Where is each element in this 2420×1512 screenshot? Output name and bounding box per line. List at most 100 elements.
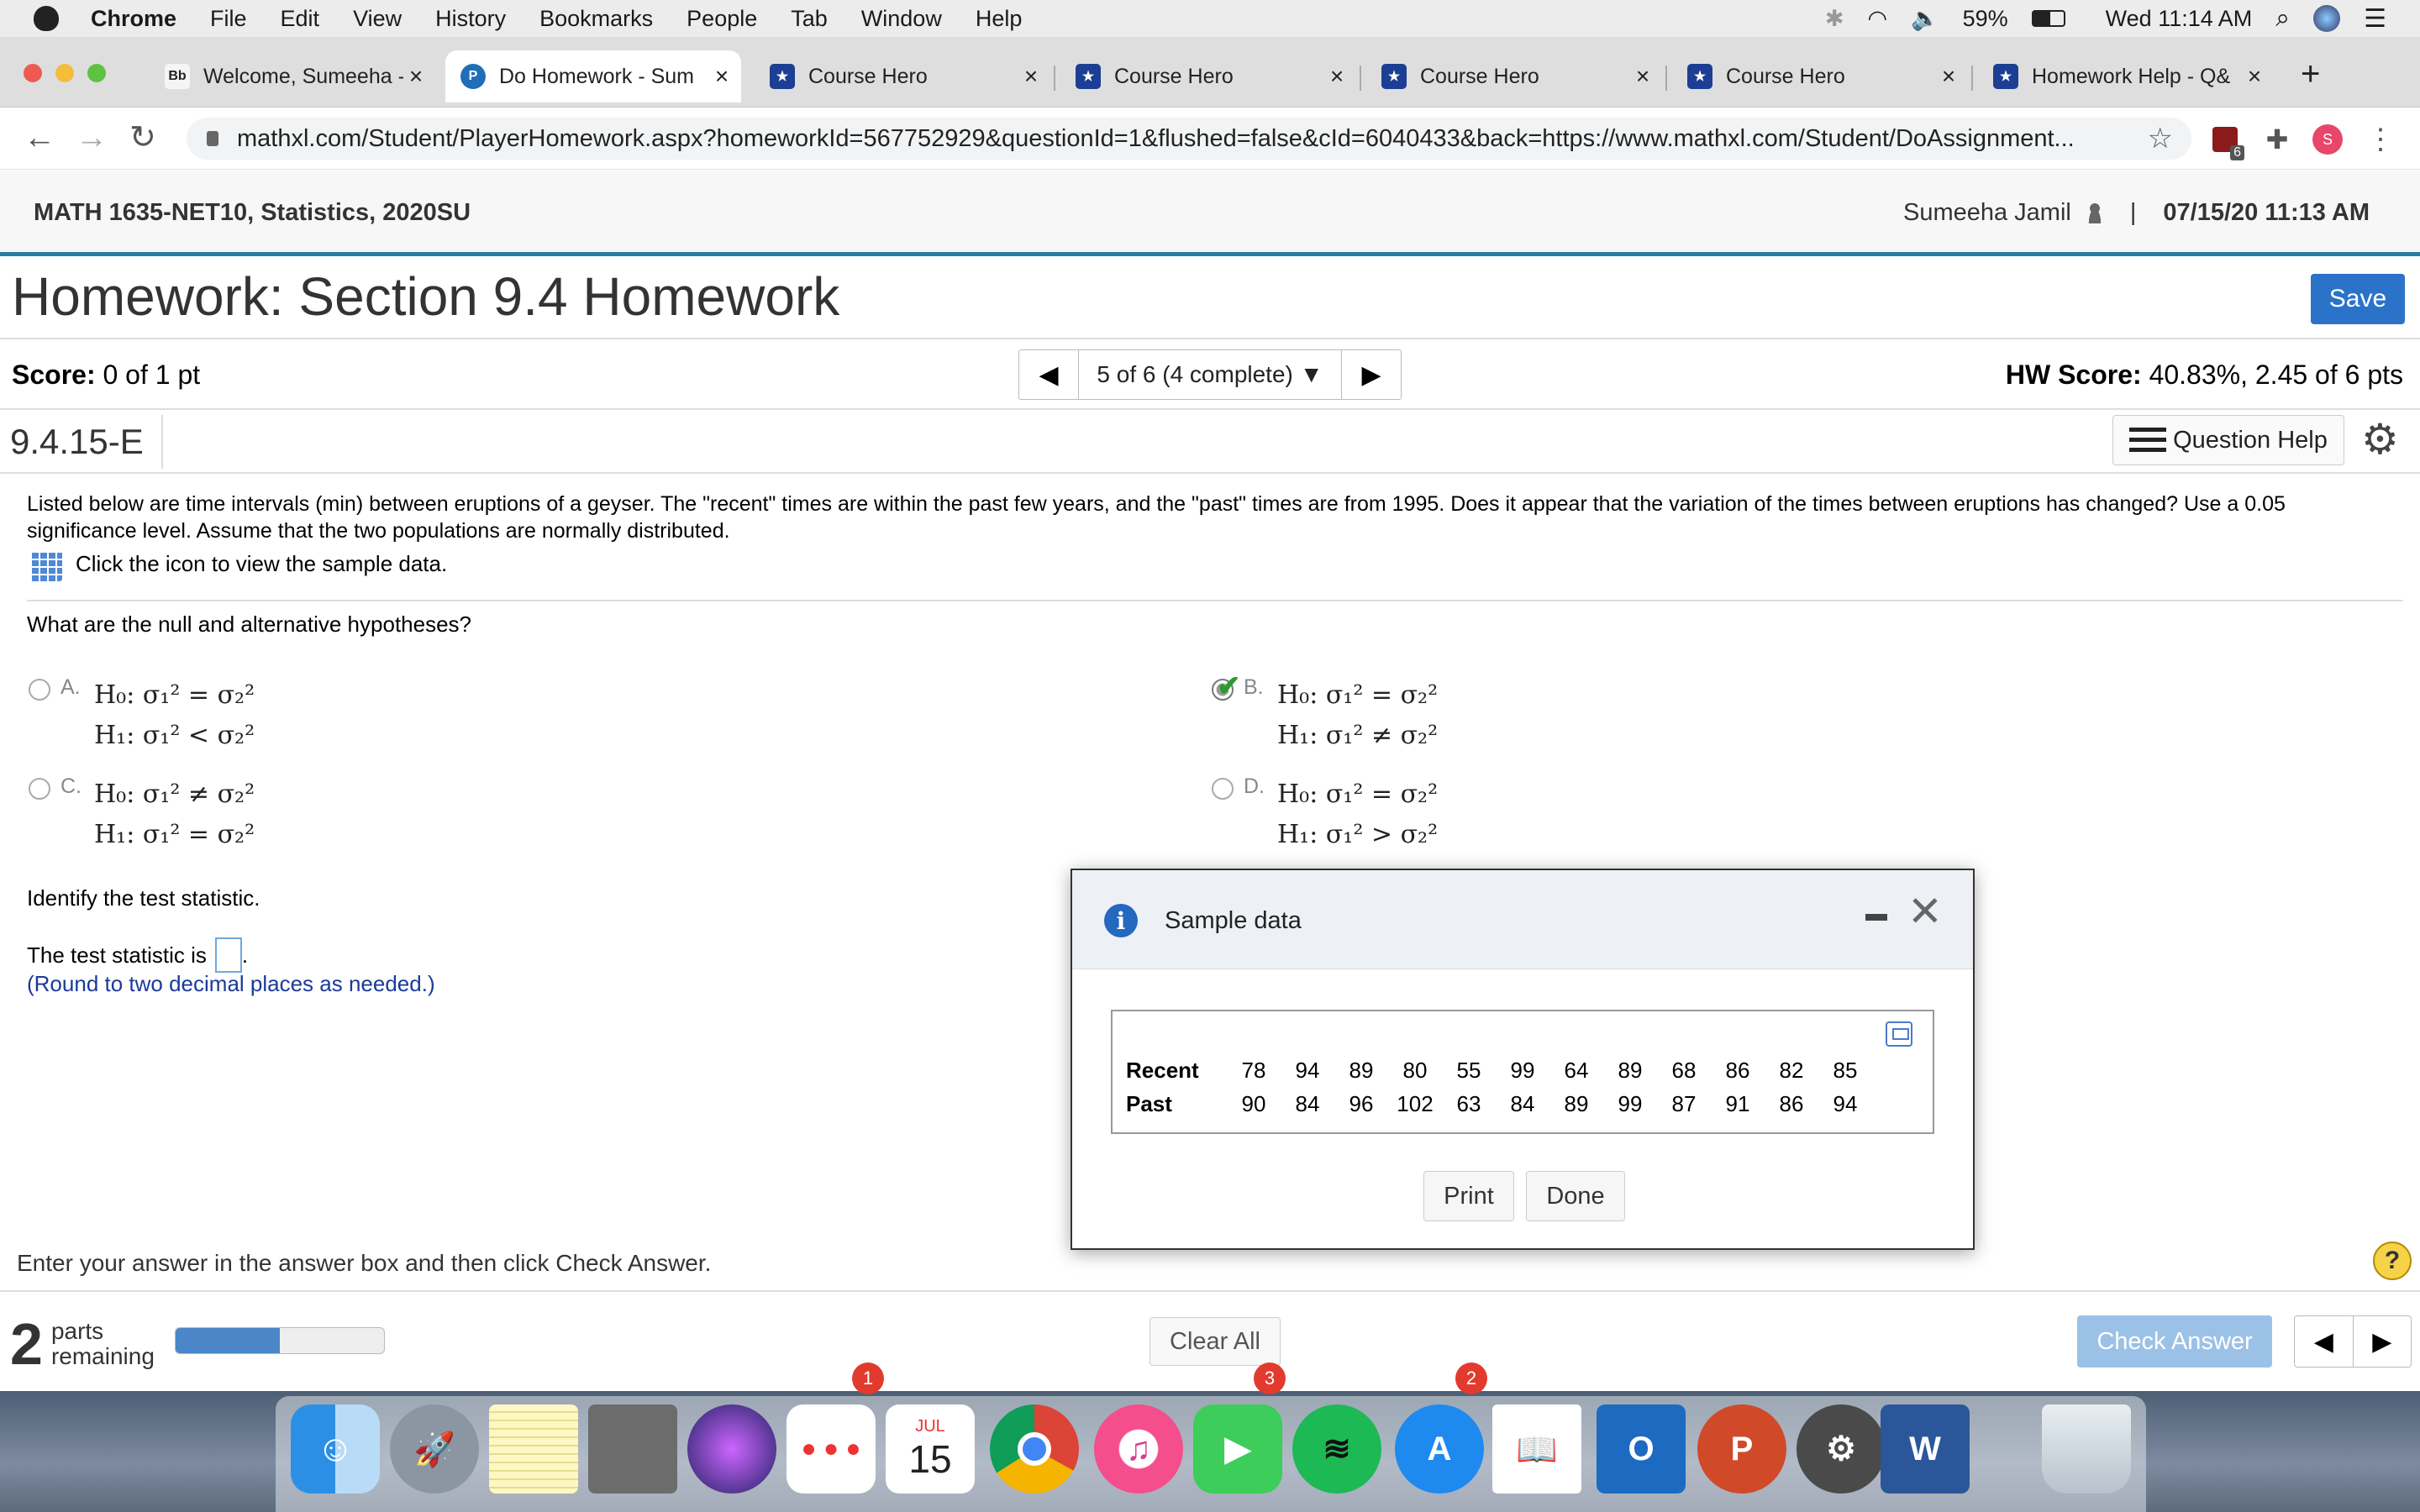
menu-bookmarks[interactable]: Bookmarks — [539, 6, 653, 32]
launchpad-icon[interactable]: 🚀 — [390, 1404, 479, 1494]
footer-previous-button[interactable]: ◀ — [2295, 1316, 2353, 1367]
close-icon[interactable]: × — [1936, 63, 1961, 90]
reload-icon[interactable]: ↻ — [129, 121, 156, 155]
system-preferences-icon[interactable]: ⚙ — [1797, 1404, 1886, 1494]
bookmark-star-icon[interactable]: ☆ — [2148, 122, 2173, 155]
tab-favicon: ★ — [1687, 64, 1712, 89]
profile-avatar[interactable]: S — [2311, 124, 2344, 155]
menu-chrome[interactable]: Chrome — [91, 6, 176, 32]
radio-c[interactable] — [29, 778, 50, 800]
battery-percent[interactable]: 59% — [1963, 6, 2008, 32]
wifi-icon[interactable]: ◠ — [1867, 6, 1887, 32]
siri-icon[interactable] — [2313, 5, 2341, 32]
tab-5[interactable]: ★ Course Hero × — [1672, 50, 1968, 102]
popout-icon[interactable] — [1886, 1021, 1912, 1047]
bluetooth-icon[interactable]: ✱ — [1825, 6, 1844, 32]
tab-3[interactable]: ★ Course Hero × — [1060, 50, 1356, 102]
print-button[interactable]: Print — [1423, 1171, 1514, 1221]
radio-a[interactable] — [29, 679, 50, 701]
clock[interactable]: Wed 11:14 AM — [2106, 6, 2253, 32]
itunes-icon[interactable]: ♫ — [1094, 1404, 1183, 1494]
test-statistic-input[interactable] — [214, 937, 242, 973]
data-table-icon[interactable] — [30, 551, 62, 581]
finder-icon[interactable]: ☺ — [291, 1404, 380, 1494]
option-c[interactable]: C. H₀: σ₁² ≠ σ₂² H₁: σ₁² = σ₂² — [29, 774, 255, 855]
battery-icon[interactable] — [2031, 10, 2065, 27]
close-icon[interactable]: × — [403, 63, 429, 90]
notification-center-icon[interactable]: ☰ — [2364, 4, 2386, 34]
app-store-icon[interactable]: A — [1395, 1404, 1484, 1494]
volume-icon[interactable]: 🔈 — [1911, 5, 1939, 32]
trash-icon[interactable] — [2042, 1404, 2131, 1494]
spotlight-icon[interactable]: ⌕ — [2275, 4, 2290, 33]
gear-icon[interactable]: ⚙ — [2361, 418, 2399, 460]
tab-1[interactable]: P Do Homework - Sum × — [445, 50, 741, 102]
next-question-button[interactable]: ▶ — [1342, 350, 1401, 399]
user-name[interactable]: Sumeeha Jamil — [1903, 199, 2071, 227]
powerpoint-icon[interactable]: P — [1697, 1404, 1786, 1494]
footer-next-button[interactable]: ▶ — [2352, 1316, 2412, 1367]
forward-icon[interactable]: → — [76, 121, 108, 155]
menu-view[interactable]: View — [353, 6, 402, 32]
question-position: 5 of 6 (4 complete) — [1097, 361, 1293, 387]
calculator-icon[interactable] — [588, 1404, 677, 1494]
radio-d[interactable] — [1212, 778, 1234, 800]
tab-6[interactable]: ★ Homework Help - Q& × — [1978, 50, 2274, 102]
siri-dock-icon[interactable] — [687, 1404, 776, 1494]
menu-file[interactable]: File — [210, 6, 247, 32]
row-label: Recent — [1126, 1057, 1199, 1083]
extensions-puzzle-icon[interactable]: ✚ — [2260, 124, 2294, 155]
menu-tab[interactable]: Tab — [791, 6, 828, 32]
option-a-h0: H₀: σ₁² = σ₂² — [94, 680, 255, 710]
close-window-icon[interactable] — [24, 64, 42, 82]
back-icon[interactable]: ← — [24, 121, 55, 155]
close-icon[interactable]: × — [709, 63, 734, 90]
menu-help[interactable]: Help — [976, 6, 1023, 32]
calendar-icon[interactable]: JUL 15 — [886, 1404, 975, 1494]
current-date: 07/15/20 11:13 AM — [2163, 199, 2370, 226]
menu-window[interactable]: Window — [861, 6, 942, 32]
save-button[interactable]: Save — [2311, 274, 2405, 324]
minimize-icon[interactable] — [1865, 914, 1887, 921]
tab-4[interactable]: ★ Course Hero × — [1366, 50, 1662, 102]
apple-icon[interactable] — [34, 6, 59, 31]
extension-icon[interactable]: 6 — [2208, 124, 2244, 160]
close-icon[interactable]: × — [1324, 63, 1349, 90]
minimize-window-icon[interactable] — [55, 64, 74, 82]
done-button[interactable]: Done — [1526, 1171, 1625, 1221]
homework-title: Homework: Section 9.4 Homework — [12, 266, 840, 327]
tab-0[interactable]: Bb Welcome, Sumeeha - × — [150, 50, 435, 102]
notes-icon[interactable] — [489, 1404, 578, 1494]
table-cell: 78 — [1241, 1057, 1266, 1083]
close-icon[interactable]: × — [1018, 63, 1044, 90]
option-b[interactable]: B. H₀: σ₁² = σ₂² H₁: σ₁² ≠ σ₂² — [1212, 675, 1438, 756]
close-icon[interactable]: × — [1630, 63, 1655, 90]
question-selector[interactable]: 5 of 6 (4 complete) ▼ — [1078, 350, 1342, 399]
word-icon[interactable]: W — [1881, 1404, 1970, 1494]
clear-all-button[interactable]: Clear All — [1150, 1317, 1281, 1366]
outlook-icon[interactable]: O — [1597, 1404, 1686, 1494]
omnibox[interactable]: mathxl.com/Student/PlayerHomework.aspx?h… — [187, 118, 2191, 160]
previous-question-button[interactable]: ◀ — [1019, 350, 1078, 399]
chrome-menu-icon[interactable]: ⋮ — [2366, 123, 2395, 155]
menu-history[interactable]: History — [435, 6, 506, 32]
tab-2[interactable]: ★ Course Hero × — [755, 50, 1050, 102]
facetime-icon[interactable]: ▶ — [1193, 1404, 1282, 1494]
course-title[interactable]: MATH 1635-NET10, Statistics, 2020SU — [34, 199, 471, 227]
new-tab-button[interactable]: + — [2301, 57, 2320, 91]
question-help-button[interactable]: Question Help — [2112, 415, 2344, 465]
tab-label: Homework Help - Q& — [2032, 64, 2231, 88]
reminders-icon[interactable]: ● ● ● — [786, 1404, 876, 1494]
check-answer-button[interactable]: Check Answer — [2077, 1315, 2272, 1368]
menu-edit[interactable]: Edit — [281, 6, 320, 32]
close-icon[interactable]: × — [2242, 63, 2267, 90]
help-icon[interactable]: ? — [2373, 1242, 2412, 1280]
option-d[interactable]: D. H₀: σ₁² = σ₂² H₁: σ₁² > σ₂² — [1212, 774, 1438, 855]
close-icon[interactable]: ✕ — [1907, 890, 1943, 932]
option-a[interactable]: A. H₀: σ₁² = σ₂² H₁: σ₁² < σ₂² — [29, 675, 255, 756]
chrome-dock-icon[interactable] — [990, 1404, 1079, 1494]
zoom-window-icon[interactable] — [87, 64, 106, 82]
kindle-icon[interactable]: 📖 — [1492, 1404, 1581, 1494]
menu-people[interactable]: People — [687, 6, 757, 32]
spotify-icon[interactable]: ≋ — [1292, 1404, 1381, 1494]
